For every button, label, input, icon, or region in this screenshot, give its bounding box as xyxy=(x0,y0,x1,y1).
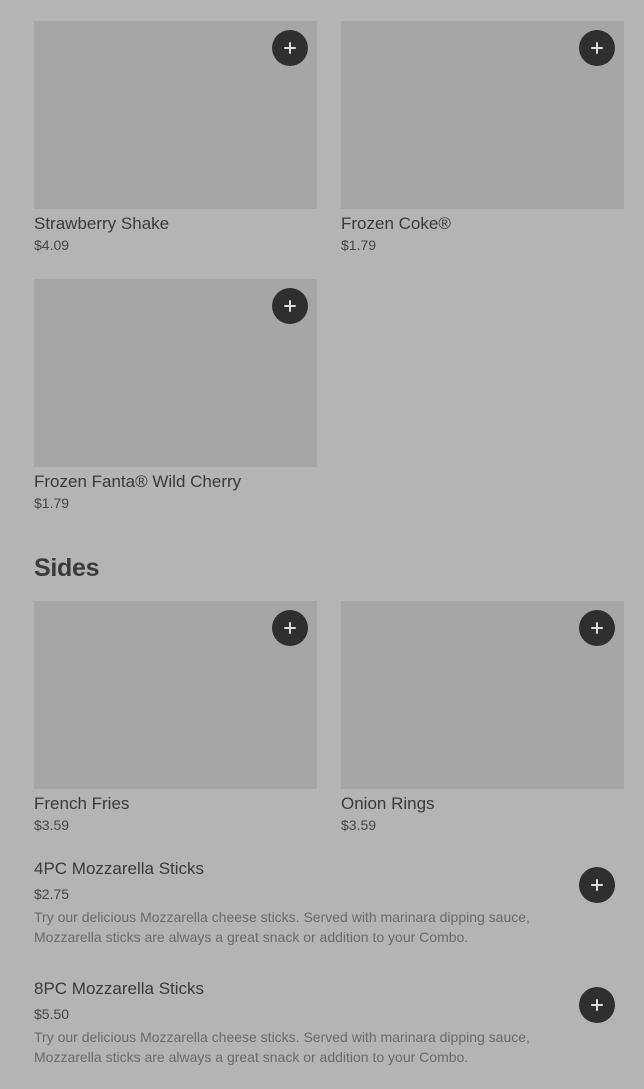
item-price: $3.59 xyxy=(34,817,70,833)
menu-item-card[interactable]: Onion Rings $3.59 xyxy=(341,601,624,834)
menu-page: Strawberry Shake $4.09 Frozen Coke® $1.7… xyxy=(0,0,644,1089)
menu-list-item[interactable]: 4PC Mozzarella Sticks $2.75 Try our deli… xyxy=(34,859,624,947)
item-price: $5.50 xyxy=(34,1006,70,1022)
add-item-button[interactable] xyxy=(579,987,615,1023)
menu-item-card[interactable]: Frozen Fanta® Wild Cherry $1.79 xyxy=(34,279,317,512)
add-item-button[interactable] xyxy=(579,30,615,66)
item-name[interactable]: Frozen Coke® xyxy=(341,214,624,234)
item-price: $1.79 xyxy=(341,237,377,253)
item-description: Try our delicious Mozzarella cheese stic… xyxy=(34,1029,530,1065)
menu-item-card[interactable]: French Fries $3.59 xyxy=(34,601,317,834)
add-item-button[interactable] xyxy=(579,610,615,646)
item-image-placeholder[interactable] xyxy=(34,601,317,789)
menu-item-card[interactable]: Frozen Coke® $1.79 xyxy=(341,21,624,254)
item-price: $2.75 xyxy=(34,886,70,902)
item-image-placeholder[interactable] xyxy=(341,21,624,209)
add-item-button[interactable] xyxy=(272,288,308,324)
plus-icon xyxy=(284,300,296,312)
add-item-button[interactable] xyxy=(272,30,308,66)
menu-list-item[interactable]: 8PC Mozzarella Sticks $5.50 Try our deli… xyxy=(34,979,624,1067)
item-name[interactable]: 4PC Mozzarella Sticks xyxy=(34,859,624,879)
item-name[interactable]: Frozen Fanta® Wild Cherry xyxy=(34,472,317,492)
plus-icon xyxy=(591,42,603,54)
item-image-placeholder[interactable] xyxy=(34,21,317,209)
menu-item-card[interactable]: Strawberry Shake $4.09 xyxy=(34,21,317,254)
plus-icon xyxy=(284,622,296,634)
section-title-sides: Sides xyxy=(34,554,100,582)
item-image-placeholder[interactable] xyxy=(34,279,317,467)
item-description: Try our delicious Mozzarella cheese stic… xyxy=(34,909,530,945)
item-name[interactable]: Strawberry Shake xyxy=(34,214,317,234)
add-item-button[interactable] xyxy=(579,867,615,903)
item-price: $4.09 xyxy=(34,237,70,253)
plus-icon xyxy=(591,622,603,634)
item-price: $1.79 xyxy=(34,495,70,511)
plus-icon xyxy=(591,999,603,1011)
item-name[interactable]: French Fries xyxy=(34,794,317,814)
item-name[interactable]: 8PC Mozzarella Sticks xyxy=(34,979,624,999)
plus-icon xyxy=(591,879,603,891)
item-price: $3.59 xyxy=(341,817,377,833)
item-name[interactable]: Onion Rings xyxy=(341,794,624,814)
plus-icon xyxy=(284,42,296,54)
add-item-button[interactable] xyxy=(272,610,308,646)
item-image-placeholder[interactable] xyxy=(341,601,624,789)
